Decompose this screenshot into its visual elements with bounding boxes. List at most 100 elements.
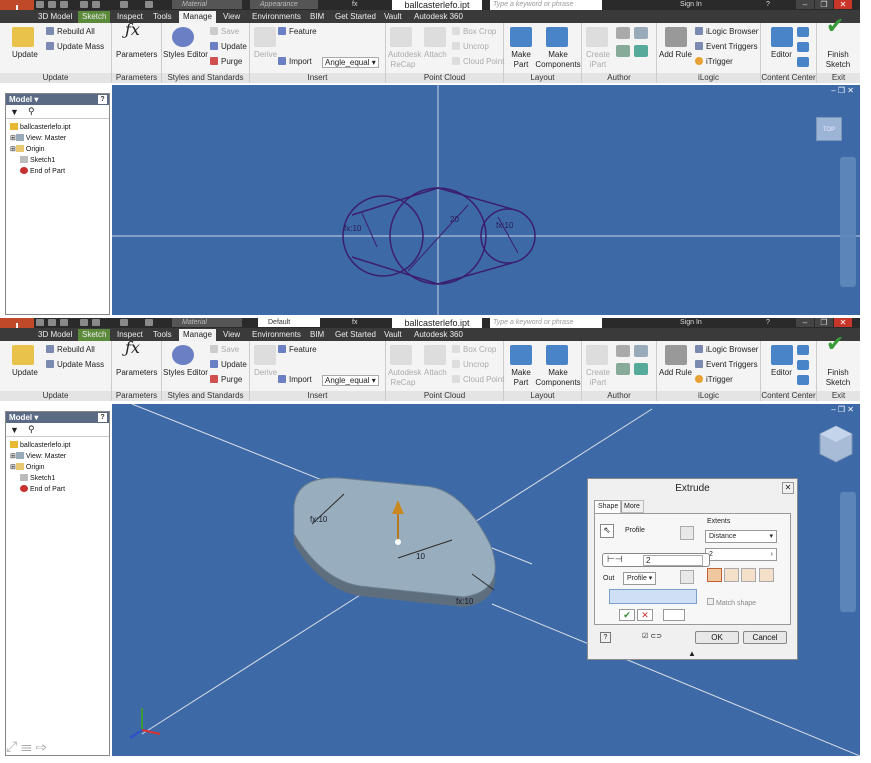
author-tool-icon[interactable] [616,27,630,39]
event-triggers-button[interactable]: Event Triggers [695,42,758,52]
dimension-icon[interactable]: ⊢⊣ [607,554,623,565]
derive-button[interactable]: Derive [254,368,277,378]
tab-view[interactable]: View [219,11,244,23]
update-style-button[interactable]: Update [210,42,247,52]
uncrop-button[interactable]: Uncrop [452,42,489,52]
author-tool-icon[interactable] [616,345,630,357]
tab-bim[interactable]: BIM [306,11,328,23]
new-icon[interactable] [36,1,44,8]
tab-manage[interactable]: Manage [179,329,216,341]
browser-help-icon[interactable]: ? [98,413,107,422]
cc-tool1-icon[interactable] [797,345,809,355]
tab-3d-model[interactable]: 3D Model [34,11,76,23]
purge-button[interactable]: Purge [210,375,242,385]
box-crop-button[interactable]: Box Crop [452,27,496,37]
author-check-icon[interactable] [634,45,648,57]
tree-item-sketch[interactable]: Sketch1 [20,156,55,166]
tab-3d-model[interactable]: 3D Model [34,329,76,341]
tab-shape[interactable]: Shape [594,500,623,513]
help-button[interactable]: ? [766,318,770,328]
tree-item-origin[interactable]: ⊞ Origin [10,463,45,473]
update-icon[interactable] [12,27,34,47]
cc-tool3-icon[interactable] [797,57,809,67]
open-icon[interactable] [48,319,56,326]
make-components-button[interactable]: Make Components [534,50,582,70]
find-icon[interactable]: ⚲ [28,106,35,117]
distance-input[interactable]: 2 [643,555,703,566]
extents-distance-input[interactable]: 2 › [705,548,777,561]
make-components-button[interactable]: Make Components [534,368,582,388]
solid-icon[interactable] [680,526,694,540]
select-icon[interactable] [145,319,153,326]
operation-buttons[interactable] [609,589,697,604]
distance-minitoolbar[interactable]: ⊢⊣ 2 [602,553,710,567]
styles-editor-button[interactable]: Styles Editor [163,368,208,378]
cc-tool3-icon[interactable] [797,375,809,385]
browser-header[interactable]: Model ▾? [6,412,109,423]
dim-label-right[interactable]: fx:10 [496,221,514,230]
top-left-tangent[interactable] [351,187,439,216]
finish-sketch-button[interactable]: Finish Sketch [821,50,855,70]
save-icon[interactable] [60,1,68,8]
author-table-icon[interactable] [634,27,648,39]
appearance-select[interactable]: Default [258,318,320,327]
tab-manage[interactable]: Manage [179,11,216,23]
parameters-button[interactable]: Parameters [116,50,157,60]
box-crop-button[interactable]: Box Crop [452,345,496,355]
create-ipart-button[interactable]: Create iPart [584,50,612,70]
editor-button[interactable]: Editor [771,50,792,60]
arrow-base-point[interactable] [395,539,401,545]
browser-header[interactable]: Model ▾? [6,94,109,105]
viewcube[interactable]: TOP [816,117,842,141]
restore-button[interactable]: ❐ [815,0,833,9]
preview-menu[interactable] [663,609,685,621]
update-style-button[interactable]: Update [210,360,247,370]
attach-button[interactable]: Attach [424,368,447,378]
parameters-button[interactable]: Parameters [116,368,157,378]
save-icon[interactable] [60,319,68,326]
make-part-button[interactable]: Make Part [508,368,534,388]
tab-sketch[interactable]: Sketch [78,329,111,341]
sign-in-link[interactable]: Sign In [680,0,702,10]
uncrop-button[interactable]: Uncrop [452,360,489,370]
create-ipart-button[interactable]: Create iPart [584,368,612,388]
viewport-window-controls[interactable]: ‒ ❐ ✕ [831,405,854,414]
dim-label-left[interactable]: fx:10 [310,515,328,524]
return-icon[interactable] [120,319,128,326]
update-button[interactable]: Update [12,50,38,60]
viewport-window-controls[interactable]: ‒ ❐ ✕ [831,86,854,95]
feature-button[interactable]: Feature [278,27,317,37]
material-select[interactable]: Material [172,0,242,9]
surface-icon[interactable] [680,570,694,584]
rebuild-all-button[interactable]: Rebuild All [46,27,95,37]
author-check-icon[interactable] [634,363,648,375]
navigation-bar[interactable] [840,157,856,287]
cancel-x-icon[interactable]: ✕ [637,609,653,621]
tab-vault[interactable]: Vault [380,329,406,341]
direction-2-icon[interactable] [724,568,740,582]
feature-button[interactable]: Feature [278,345,317,355]
autodesk-recap-button[interactable]: Autodesk ReCap [388,368,421,388]
dim-label-right[interactable]: fx:10 [456,597,474,606]
dialog-help-icon[interactable]: ? [600,632,611,643]
preview-toggle[interactable]: ☑ ⊂⊃ [642,632,672,643]
cloud-point-button[interactable]: Cloud Point [452,375,504,385]
tree-item-part[interactable]: ballcasterlefo.ipt [10,441,71,451]
browser-help-icon[interactable]: ? [98,95,107,104]
minimize-button[interactable]: – [796,318,814,327]
tab-view[interactable]: View [219,329,244,341]
dialog-close-icon[interactable]: ✕ [782,482,794,494]
add-rule-button[interactable]: Add Rule [659,50,692,60]
dim-label-left[interactable]: fx:10 [344,224,362,233]
tab-get-started[interactable]: Get Started [331,329,380,341]
select-icon[interactable] [145,1,153,8]
collapse-icon[interactable]: ▲ [688,649,696,658]
update-mass-button[interactable]: Update Mass [46,42,104,52]
tab-environments[interactable]: Environments [248,329,305,341]
filter-icon[interactable]: ▼ [10,107,19,117]
profile-button[interactable]: Profile ▾ [623,572,657,585]
direction-1-icon[interactable] [707,568,722,582]
asymmetric-icon[interactable] [758,568,774,582]
make-part-button[interactable]: Make Part [508,50,534,70]
apply-check-icon[interactable]: ✔ [619,609,635,621]
